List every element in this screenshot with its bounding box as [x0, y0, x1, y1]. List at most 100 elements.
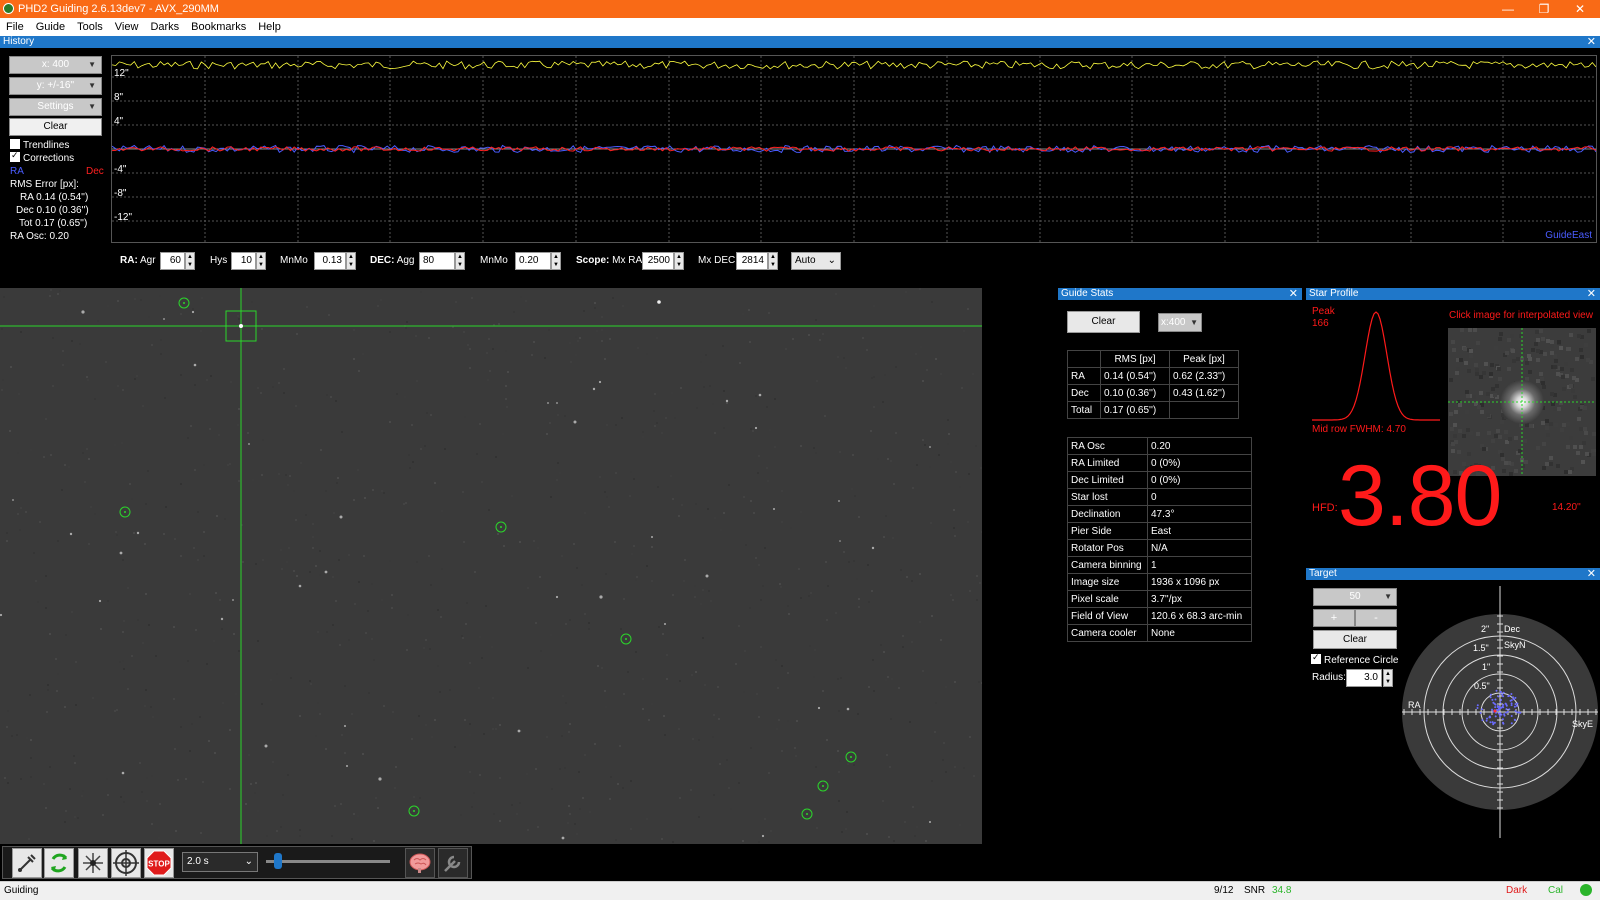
zoom-out-button[interactable]: -: [1355, 609, 1397, 627]
noise-pixel: [150, 706, 152, 708]
spin-arrows-icon[interactable]: ▲ ▼: [1383, 669, 1393, 687]
trendlines-checkbox[interactable]: Trendlines: [10, 139, 69, 151]
menu-file[interactable]: File: [0, 18, 30, 33]
noise-pixel: [224, 518, 226, 520]
ra-hysteresis-input[interactable]: 10: [231, 252, 256, 270]
noise-pixel: [882, 800, 884, 802]
noise-pixel: [206, 663, 208, 665]
brain-icon[interactable]: [405, 848, 435, 878]
guide-stats-clear-button[interactable]: Clear: [1067, 311, 1140, 333]
dec-min-move-input[interactable]: 0.20: [515, 252, 551, 270]
spin-arrows-icon[interactable]: ▲ ▼: [346, 252, 356, 270]
noise-pixel: [365, 632, 367, 634]
noise-pixel: [145, 593, 147, 595]
menu-darks[interactable]: Darks: [144, 18, 185, 33]
close-icon[interactable]: ✕: [1587, 288, 1596, 300]
table-row: Total 0.17 (0.65''): [1067, 401, 1239, 419]
camera-image[interactable]: [0, 288, 982, 844]
menu-bookmarks[interactable]: Bookmarks: [185, 18, 252, 33]
spin-arrows-icon[interactable]: ▲ ▼: [455, 252, 465, 270]
thumbnail-pixel: [1541, 381, 1545, 385]
noise-pixel: [289, 475, 291, 477]
thumbnail-pixel: [1451, 340, 1455, 344]
noise-pixel: [709, 385, 711, 387]
target-clear-button[interactable]: Clear: [1313, 630, 1397, 649]
noise-pixel: [835, 293, 837, 295]
interpolated-view-hint[interactable]: Click image for interpolated view: [1449, 310, 1593, 321]
thumbnail-pixel: [1500, 420, 1504, 424]
noise-pixel: [309, 680, 311, 682]
gamma-slider-track[interactable]: [266, 860, 390, 863]
noise-pixel: [288, 547, 290, 549]
max-dec-duration-input[interactable]: 2814: [736, 252, 768, 270]
checkbox-box[interactable]: [1311, 652, 1321, 665]
ra-aggression-input[interactable]: 60: [160, 252, 185, 270]
noise-pixel: [391, 594, 393, 596]
noise-pixel: [47, 689, 49, 691]
tools-icon[interactable]: [438, 848, 468, 878]
scatter-point: [1476, 704, 1479, 707]
menu-tools[interactable]: Tools: [71, 18, 109, 33]
table-cell: 0.10 (0.36''): [1100, 384, 1170, 402]
auto-select-star-icon[interactable]: [78, 848, 108, 878]
loop-icon[interactable]: [44, 848, 74, 878]
noise-pixel: [499, 724, 501, 726]
menu-help[interactable]: Help: [252, 18, 287, 33]
spin-arrows-icon[interactable]: ▲ ▼: [674, 252, 684, 270]
noise-pixel: [77, 817, 79, 819]
spin-arrows-icon[interactable]: ▲ ▼: [551, 252, 561, 270]
history-settings-button[interactable]: Settings ▼: [9, 98, 102, 116]
noise-pixel: [469, 662, 471, 664]
noise-pixel: [52, 385, 54, 387]
dec-aggression-input[interactable]: 80: [419, 252, 455, 270]
guide-stats-x-scale-dropdown[interactable]: x:400 ▼: [1158, 313, 1202, 332]
reference-circle-checkbox[interactable]: Reference Circle: [1311, 652, 1398, 666]
minimize-icon[interactable]: —: [1490, 0, 1526, 18]
noise-pixel: [955, 471, 957, 473]
history-x-scale-dropdown[interactable]: x: 400 ▼: [9, 56, 102, 74]
target-scale-dropdown[interactable]: 50 ▼: [1313, 588, 1397, 606]
noise-pixel: [498, 323, 500, 325]
ra-min-move-input[interactable]: 0.13: [314, 252, 346, 270]
checkbox-box[interactable]: [10, 150, 20, 163]
zoom-in-button[interactable]: +: [1313, 609, 1355, 627]
noise-pixel: [722, 829, 724, 831]
thumbnail-pixel: [1584, 431, 1588, 435]
checkbox-box[interactable]: [10, 139, 20, 150]
close-icon[interactable]: ✕: [1587, 568, 1596, 580]
max-ra-duration-input[interactable]: 2500: [642, 252, 674, 270]
noise-pixel: [473, 792, 475, 794]
spin-arrows-icon[interactable]: ▲ ▼: [256, 252, 266, 270]
history-graph[interactable]: 12" 8" 4" -4" -8" -12" GuideEast: [111, 55, 1597, 243]
noise-pixel: [479, 423, 481, 425]
noise-pixel: [845, 367, 847, 369]
usb-icon[interactable]: [12, 848, 42, 878]
noise-pixel: [381, 599, 383, 601]
history-clear-button[interactable]: Clear: [9, 118, 102, 136]
gamma-slider-thumb[interactable]: [274, 853, 282, 869]
menu-view[interactable]: View: [109, 18, 145, 33]
thumbnail-pixel: [1577, 334, 1581, 338]
spin-arrows-icon[interactable]: ▲ ▼: [185, 252, 195, 270]
corrections-checkbox[interactable]: Corrections: [10, 150, 74, 164]
close-icon[interactable]: ✕: [1289, 288, 1298, 300]
restore-icon[interactable]: ❐: [1526, 0, 1562, 18]
radius-input[interactable]: 3.0: [1346, 669, 1382, 687]
noise-pixel: [469, 723, 471, 725]
thumbnail-pixel: [1466, 428, 1470, 432]
menu-guide[interactable]: Guide: [30, 18, 71, 33]
close-icon[interactable]: ✕: [1587, 36, 1596, 48]
noise-pixel: [180, 313, 182, 315]
exposure-dropdown[interactable]: 2.0 s ⌄: [182, 852, 258, 872]
stop-icon[interactable]: STOP: [144, 848, 174, 878]
close-icon[interactable]: ✕: [1562, 0, 1598, 18]
noise-pixel: [898, 687, 900, 689]
guide-target-icon[interactable]: [111, 848, 141, 878]
spin-arrows-icon[interactable]: ▲ ▼: [768, 252, 778, 270]
x-scale-value: x: 400: [41, 59, 70, 70]
noise-pixel: [824, 415, 826, 417]
history-y-scale-dropdown[interactable]: y: +/-16'' ▼: [9, 77, 102, 95]
dec-mode-dropdown[interactable]: Auto ⌄: [791, 252, 841, 270]
thumbnail-pixel: [1571, 389, 1575, 393]
star-profile-pane[interactable]: Star Profile ✕ Peak 166 Click image for …: [1306, 288, 1600, 560]
